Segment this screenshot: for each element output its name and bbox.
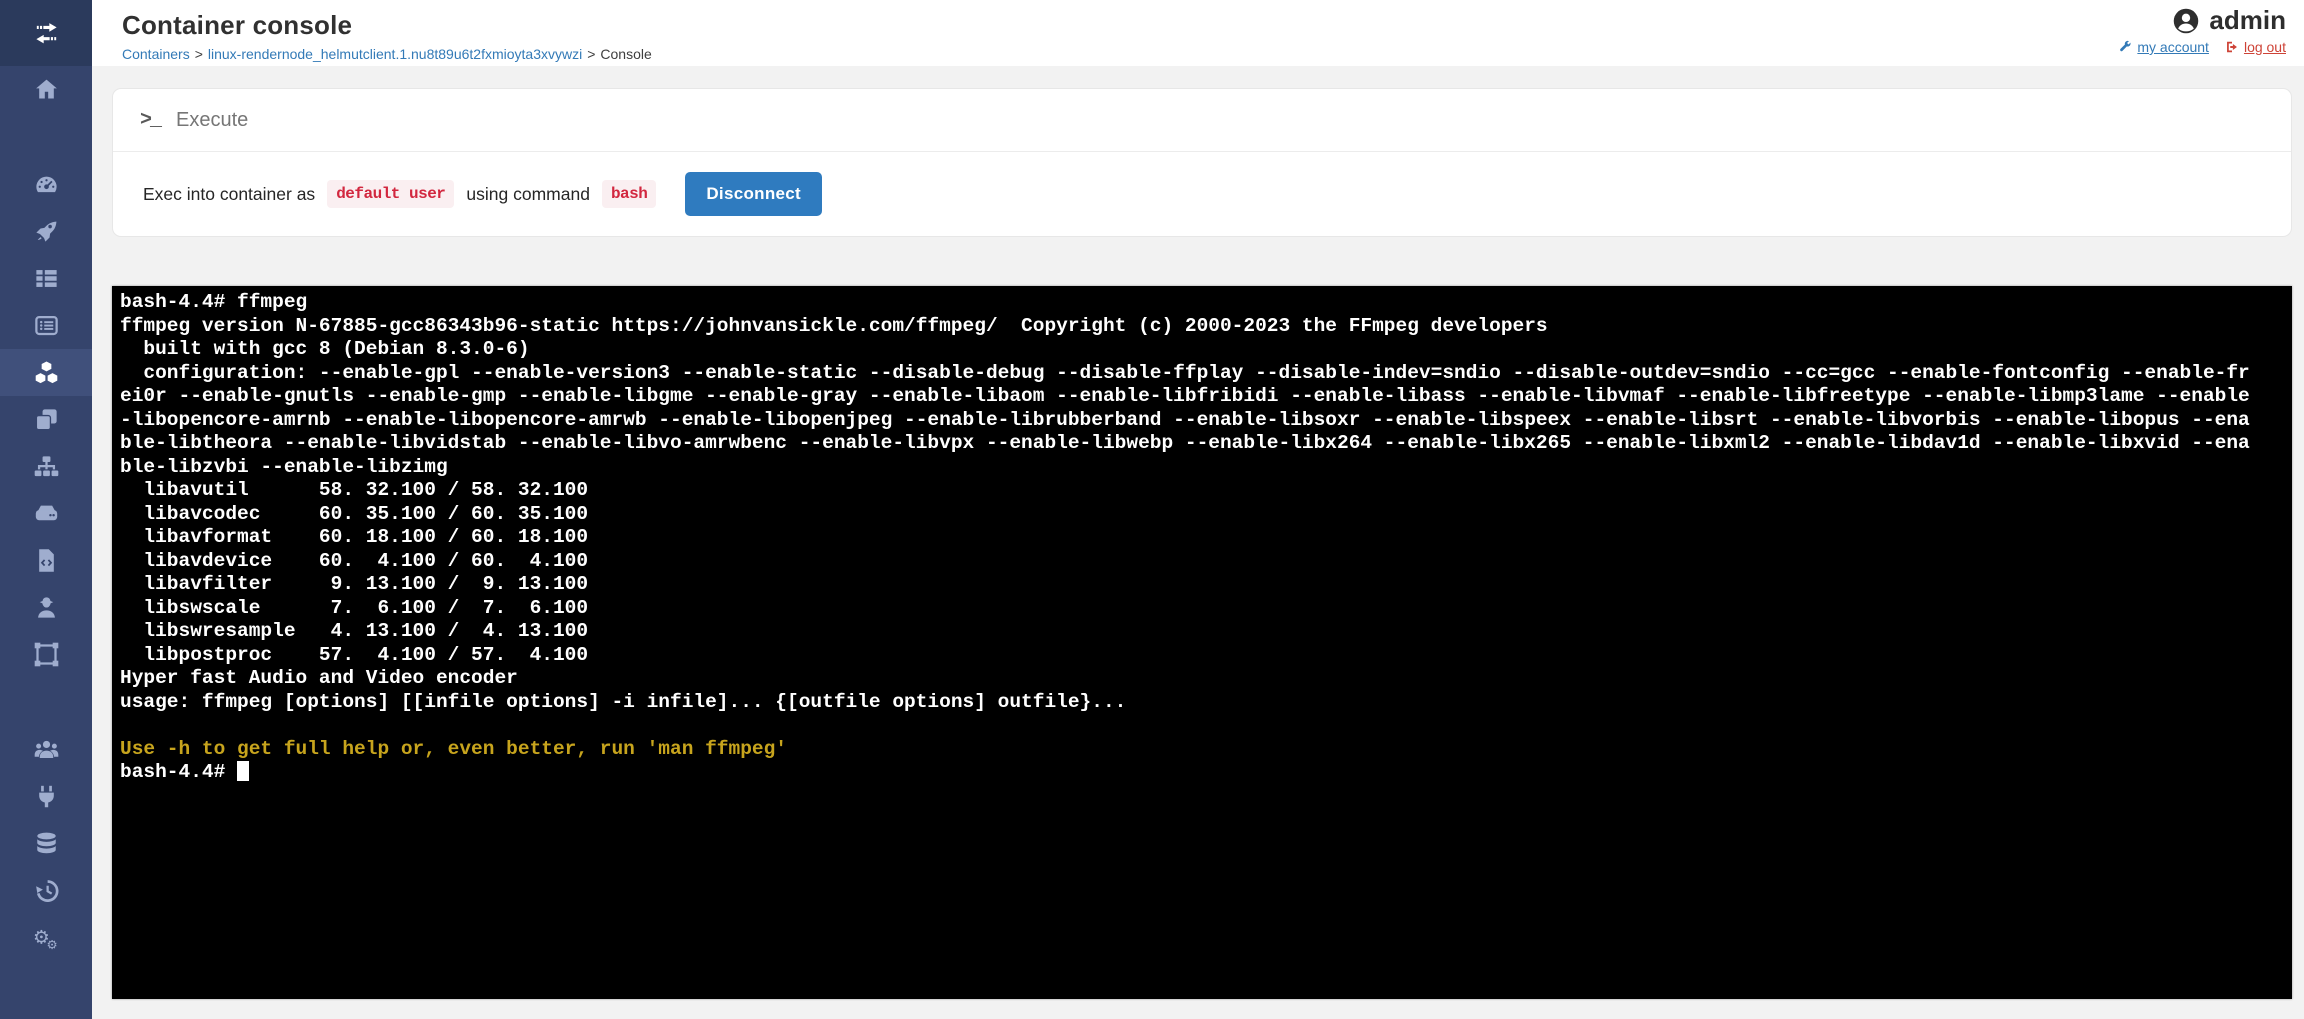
- sidebar-item-services[interactable]: [0, 302, 92, 349]
- breadcrumb-separator: >: [195, 46, 203, 62]
- user-box: admin my account log out: [2118, 5, 2286, 55]
- sidebar-item-auth-logs[interactable]: [0, 867, 92, 914]
- sidebar-item-containers[interactable]: [0, 349, 92, 396]
- exec-text-before: Exec into container as: [143, 184, 315, 205]
- terminal-line: ei0r --enable-gnutls --enable-gmp --enab…: [120, 385, 2284, 409]
- console-terminal[interactable]: bash-4.4# ffmpegffmpeg version N-67885-g…: [112, 286, 2292, 999]
- sidebar-item-registries[interactable]: [0, 820, 92, 867]
- terminal-line: -libopencore-amrnb --enable-libopencore-…: [120, 409, 2284, 433]
- exec-text-middle: using command: [466, 184, 590, 205]
- terminal-prompt-icon: >_: [140, 109, 160, 132]
- terminal-line: libpostproc 57. 4.100 / 57. 4.100: [120, 644, 2284, 668]
- sidebar-item-users[interactable]: [0, 726, 92, 773]
- exchange-icon: [33, 20, 60, 47]
- page-title: Container console: [92, 0, 2304, 41]
- content-area: >_ Execute Exec into container as defaul…: [92, 66, 2304, 1019]
- user-circle-icon: [2172, 7, 2200, 35]
- sidebar-item-app-templates[interactable]: [0, 208, 92, 255]
- cogs-icon: ⚙⚙: [33, 924, 60, 951]
- terminal-line: libavfilter 9. 13.100 / 9. 13.100: [120, 573, 2284, 597]
- hdd-icon: [33, 500, 60, 527]
- user-links: my account log out: [2118, 39, 2286, 55]
- sidebar: ⚙⚙: [0, 0, 92, 1019]
- user-name-label: admin: [2209, 5, 2286, 36]
- sidebar-item-dashboard[interactable]: [0, 161, 92, 208]
- terminal-line: bash-4.4# ffmpeg: [120, 291, 2284, 315]
- terminal-line: ble-libzvbi --enable-libzimg: [120, 456, 2284, 480]
- terminal-line: bash-4.4#: [120, 761, 2284, 785]
- sidebar-item-endpoints[interactable]: [0, 773, 92, 820]
- sidebar-item-swarm[interactable]: [0, 631, 92, 678]
- terminal-cursor: [237, 761, 249, 781]
- user-name: admin: [2118, 5, 2286, 36]
- my-account-label: my account: [2137, 39, 2209, 55]
- sidebar-item-home[interactable]: [0, 66, 92, 113]
- sidebar-item-volumes[interactable]: [0, 490, 92, 537]
- execute-panel-title: Execute: [176, 109, 248, 132]
- object-group-icon: [33, 641, 60, 668]
- terminal-line: Use -h to get full help or, even better,…: [120, 738, 2284, 762]
- sidebar-item-stacks[interactable]: [0, 255, 92, 302]
- breadcrumb-separator: >: [587, 46, 595, 62]
- disconnect-button[interactable]: Disconnect: [685, 172, 822, 216]
- svg-text:⚙: ⚙: [46, 937, 57, 951]
- sidebar-item-images[interactable]: [0, 396, 92, 443]
- main-area: Container console Containers > linux-rende…: [92, 0, 2304, 1019]
- history-icon: [33, 877, 60, 904]
- tachometer-icon: [33, 171, 60, 198]
- file-code-icon: [33, 547, 60, 574]
- breadcrumb-item[interactable]: linux-rendernode_helmutclient.1.nu8t89u6…: [208, 46, 582, 62]
- terminal-line: ble-libtheora --enable-libvidstab --enab…: [120, 432, 2284, 456]
- cubes-icon: [33, 359, 60, 386]
- home-icon: [33, 76, 60, 103]
- page-header: Container console Containers > linux-rende…: [92, 0, 2304, 66]
- sidebar-item-configs[interactable]: [0, 537, 92, 584]
- exec-command-badge: bash: [602, 180, 656, 208]
- execute-panel: >_ Execute Exec into container as defaul…: [112, 88, 2292, 237]
- th-list-icon: [33, 265, 60, 292]
- terminal-line: configuration: --enable-gpl --enable-ver…: [120, 362, 2284, 386]
- exec-user-badge: default user: [327, 180, 454, 208]
- breadcrumb-item[interactable]: Containers: [122, 46, 190, 62]
- terminal-line: [120, 714, 2284, 738]
- log-out-link[interactable]: log out: [2225, 39, 2286, 55]
- sidebar-item-secrets[interactable]: [0, 584, 92, 631]
- rocket-icon: [33, 218, 60, 245]
- execute-panel-header: >_ Execute: [113, 89, 2291, 152]
- my-account-link[interactable]: my account: [2118, 39, 2209, 55]
- list-alt-icon: [33, 312, 60, 339]
- copy-icon: [33, 406, 60, 433]
- terminal-line: Hyper fast Audio and Video encoder: [120, 667, 2284, 691]
- sign-out-icon: [2225, 40, 2239, 54]
- terminal-line: libswscale 7. 6.100 / 7. 6.100: [120, 597, 2284, 621]
- terminal-line: built with gcc 8 (Debian 8.3.0-6): [120, 338, 2284, 362]
- terminal-line: libswresample 4. 13.100 / 4. 13.100: [120, 620, 2284, 644]
- breadcrumb-item: Console: [600, 46, 651, 62]
- user-secret-icon: [33, 594, 60, 621]
- sidebar-logo[interactable]: [0, 0, 92, 66]
- sidebar-item-networks[interactable]: [0, 443, 92, 490]
- sidebar-nav: ⚙⚙: [0, 66, 92, 961]
- sitemap-icon: [33, 453, 60, 480]
- database-icon: [33, 830, 60, 857]
- terminal-line: ffmpeg version N-67885-gcc86343b96-stati…: [120, 315, 2284, 339]
- log-out-label: log out: [2244, 39, 2286, 55]
- users-icon: [33, 736, 60, 763]
- terminal-line: libavcodec 60. 35.100 / 60. 35.100: [120, 503, 2284, 527]
- terminal-line: libavformat 60. 18.100 / 60. 18.100: [120, 526, 2284, 550]
- wrench-icon: [2118, 40, 2132, 54]
- terminal-line: libavutil 58. 32.100 / 58. 32.100: [120, 479, 2284, 503]
- terminal-line: usage: ffmpeg [options] [[infile options…: [120, 691, 2284, 715]
- execute-panel-body: Exec into container as default user usin…: [113, 152, 2291, 236]
- breadcrumb: Containers > linux-rendernode_helmutclient…: [92, 41, 2304, 62]
- sidebar-item-settings[interactable]: ⚙⚙: [0, 914, 92, 961]
- terminal-line: libavdevice 60. 4.100 / 60. 4.100: [120, 550, 2284, 574]
- plug-icon: [33, 783, 60, 810]
